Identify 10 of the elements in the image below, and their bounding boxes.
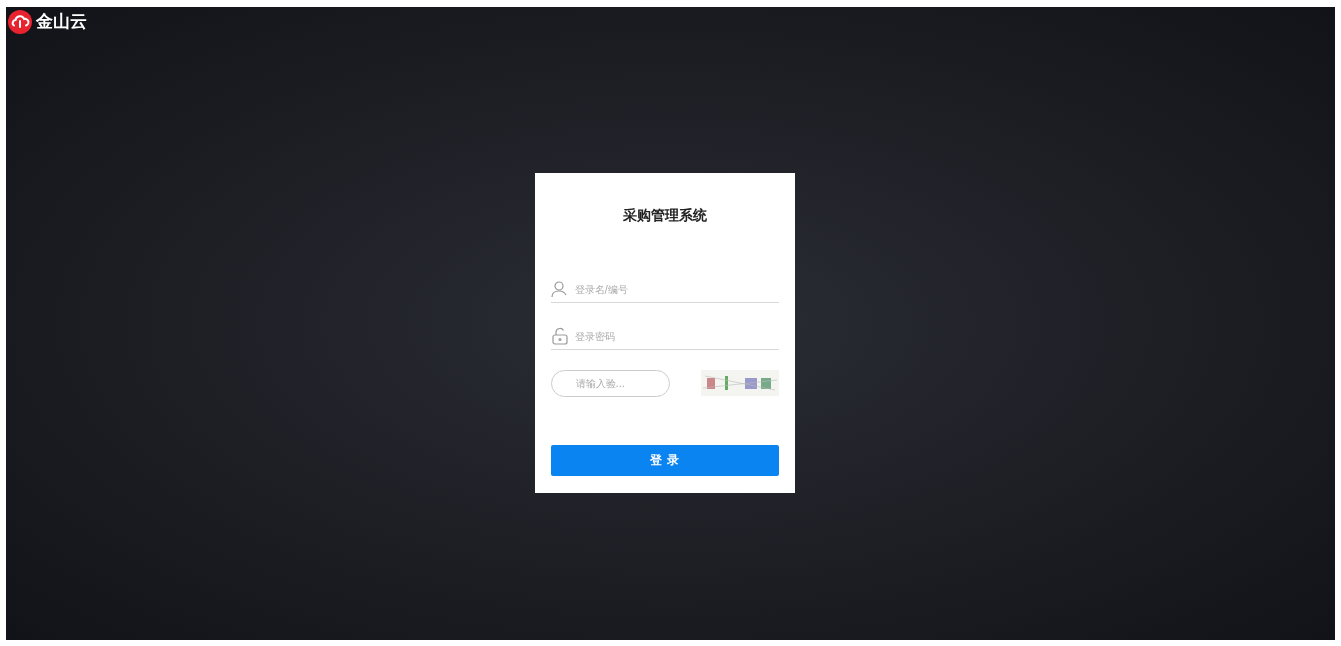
user-icon	[550, 279, 569, 298]
lock-icon	[550, 326, 569, 345]
captcha-field[interactable]: 请输入验...	[550, 369, 670, 397]
system-title: 采购管理系统	[621, 205, 708, 225]
cloud-logo-icon	[8, 9, 32, 34]
captcha-image[interactable]	[700, 370, 779, 396]
username-field[interactable]: 登录名/编号	[574, 277, 779, 302]
password-field[interactable]: 登录密码	[574, 324, 779, 349]
login-button[interactable]: 登 录	[550, 444, 779, 476]
logo-text: 金山云	[36, 10, 87, 33]
